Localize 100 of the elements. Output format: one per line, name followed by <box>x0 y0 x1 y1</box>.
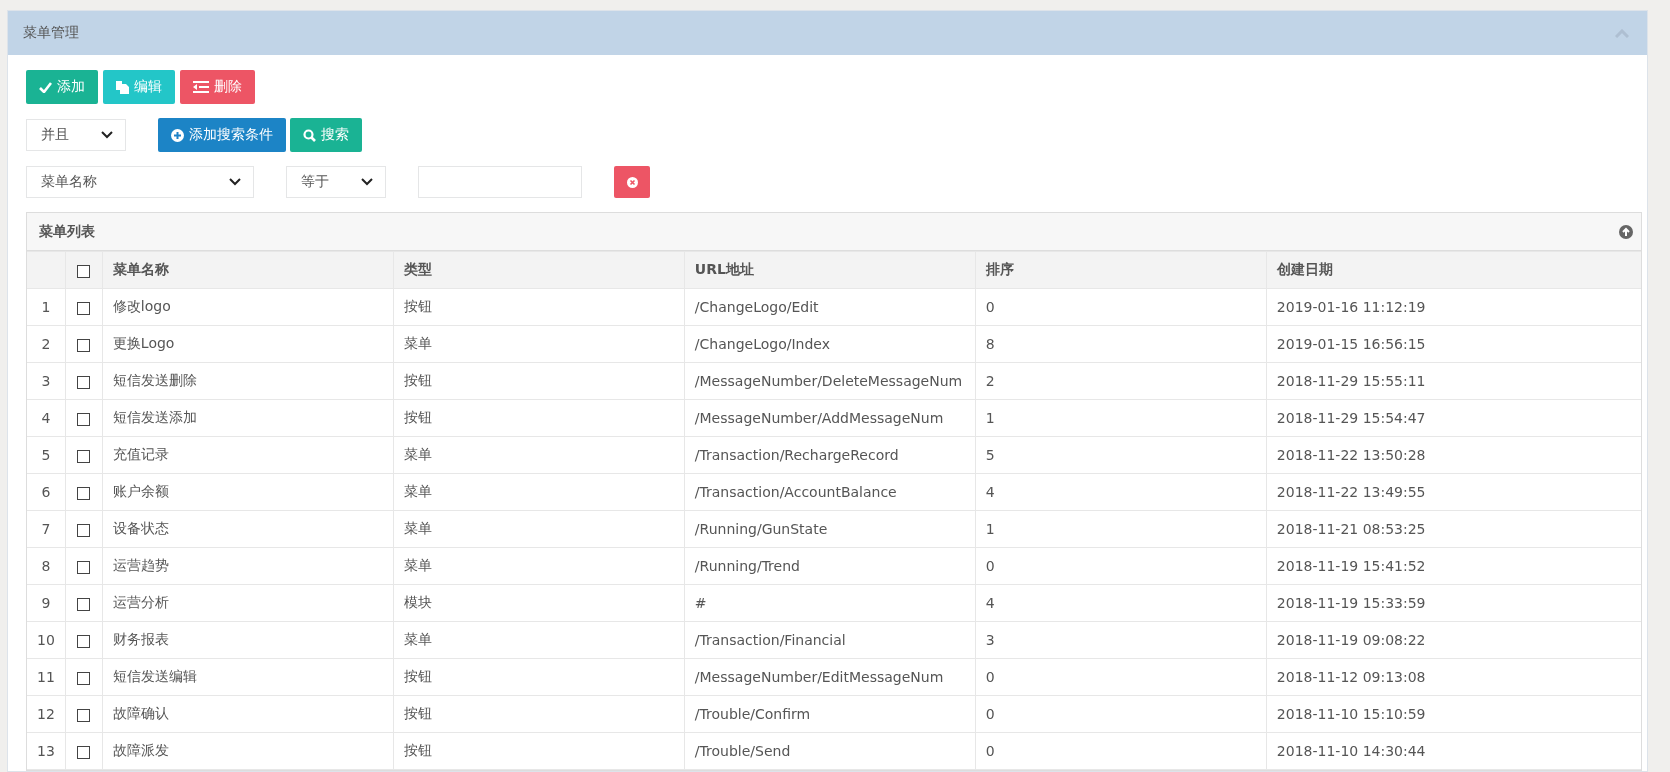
close-icon <box>626 176 638 188</box>
row-number: 12 <box>27 695 66 733</box>
column-header: URL地址 <box>684 251 976 289</box>
table-cell: /Transaction/AccountBalance <box>684 473 976 511</box>
table-cell: 3 <box>975 621 1267 659</box>
remove-condition-button[interactable] <box>614 166 650 198</box>
table-cell: /Transaction/Financial <box>684 621 976 659</box>
table-cell: /Running/Trend <box>684 547 976 585</box>
table-cell: 5 <box>975 436 1267 474</box>
table-cell: 充值记录 <box>102 436 394 474</box>
table-cell: 修改logo <box>102 288 394 326</box>
table-cell: 短信发送添加 <box>102 399 394 437</box>
arrow-up-circle-icon[interactable] <box>1619 224 1633 239</box>
table-cell: /MessageNumber/AddMessageNum <box>684 399 976 437</box>
table-cell: /ChangeLogo/Edit <box>684 288 976 326</box>
table-cell: 账户余额 <box>102 473 394 511</box>
row-checkbox[interactable] <box>77 597 91 611</box>
field-select[interactable]: 菜单名称 <box>26 166 254 198</box>
table-cell: # <box>684 584 976 622</box>
table-cell: 按钮 <box>393 695 685 733</box>
search-button[interactable]: 搜索 <box>290 118 362 152</box>
row-number: 4 <box>27 399 66 437</box>
row-number: 7 <box>27 510 66 548</box>
search-icon <box>303 128 316 142</box>
row-checkbox[interactable] <box>77 634 91 648</box>
row-checkbox[interactable] <box>77 671 91 685</box>
value-input[interactable] <box>418 166 582 198</box>
table-cell: /MessageNumber/DeleteMessageNum <box>684 362 976 400</box>
edit-button[interactable]: 编辑 <box>103 70 175 104</box>
column-header: 菜单名称 <box>102 251 394 289</box>
row-number: 1 <box>27 288 66 326</box>
row-checkbox[interactable] <box>77 560 91 574</box>
row-checkbox[interactable] <box>77 708 91 722</box>
table-cell: 0 <box>975 695 1267 733</box>
table-cell: 菜单 <box>393 510 685 548</box>
table-cell: 0 <box>975 658 1267 696</box>
table-title: 菜单列表 <box>39 222 95 241</box>
table-cell: 运营分析 <box>102 584 394 622</box>
check-icon <box>39 81 52 93</box>
table-cell: 模块 <box>393 584 685 622</box>
table-cell: 2 <box>975 362 1267 400</box>
row-checkbox[interactable] <box>77 338 91 352</box>
outdent-icon <box>193 81 209 93</box>
table-cell: 短信发送删除 <box>102 362 394 400</box>
column-header: 创建日期 <box>1266 251 1641 289</box>
add-button[interactable]: 添加 <box>26 70 98 104</box>
row-checkbox[interactable] <box>77 301 91 315</box>
table-cell: /ChangeLogo/Index <box>684 325 976 363</box>
table-cell: 短信发送编辑 <box>102 658 394 696</box>
table-cell: 0 <box>975 547 1267 585</box>
table-cell: 更换Logo <box>102 325 394 363</box>
row-number: 5 <box>27 436 66 474</box>
copy-icon <box>116 80 129 94</box>
logic-select[interactable]: 并且 <box>26 119 126 151</box>
table-cell: 4 <box>975 584 1267 622</box>
table-cell: 按钮 <box>393 288 685 326</box>
row-number: 6 <box>27 473 66 511</box>
row-checkbox[interactable] <box>77 449 91 463</box>
row-checkbox[interactable] <box>77 375 91 389</box>
row-checkbox[interactable] <box>77 486 91 500</box>
table-cell: 4 <box>975 473 1267 511</box>
table-cell: 1 <box>975 399 1267 437</box>
table-cell: 菜单 <box>393 436 685 474</box>
table-cell: 1 <box>975 510 1267 548</box>
table-cell: 8 <box>975 325 1267 363</box>
operator-select[interactable]: 等于 <box>286 166 386 198</box>
table-cell: 故障派发 <box>102 732 394 770</box>
row-checkbox[interactable] <box>77 523 91 537</box>
row-number: 9 <box>27 584 66 622</box>
row-number: 13 <box>27 732 66 770</box>
table-cell: 0 <box>975 288 1267 326</box>
row-checkbox[interactable] <box>77 412 91 426</box>
row-number: 2 <box>27 325 66 363</box>
table-cell: 故障确认 <box>102 695 394 733</box>
add-condition-button[interactable]: 添加搜索条件 <box>158 118 286 152</box>
row-number: 11 <box>27 658 66 696</box>
plus-circle-icon <box>171 128 184 142</box>
table-cell: /Running/GunState <box>684 510 976 548</box>
table-cell: /Trouble/Send <box>684 732 976 770</box>
select-all-checkbox[interactable] <box>77 264 91 278</box>
table-cell: 菜单 <box>393 621 685 659</box>
table-cell: /MessageNumber/EditMessageNum <box>684 658 976 696</box>
chevron-down-icon <box>229 178 241 186</box>
chevron-down-icon <box>361 178 373 186</box>
delete-button[interactable]: 删除 <box>180 70 255 104</box>
table-cell: 按钮 <box>393 658 685 696</box>
table-cell: /Trouble/Confirm <box>684 695 976 733</box>
row-checkbox[interactable] <box>77 745 91 759</box>
row-number: 3 <box>27 362 66 400</box>
table-cell: 运营趋势 <box>102 547 394 585</box>
column-header: 类型 <box>393 251 685 289</box>
column-header: 排序 <box>975 251 1267 289</box>
row-number: 10 <box>27 621 66 659</box>
row-number: 8 <box>27 547 66 585</box>
table-cell: 按钮 <box>393 362 685 400</box>
table-cell: 按钮 <box>393 399 685 437</box>
table-cell: 菜单 <box>393 473 685 511</box>
table-cell: 财务报表 <box>102 621 394 659</box>
table-cell: 设备状态 <box>102 510 394 548</box>
table-cell: /Transaction/RechargeRecord <box>684 436 976 474</box>
